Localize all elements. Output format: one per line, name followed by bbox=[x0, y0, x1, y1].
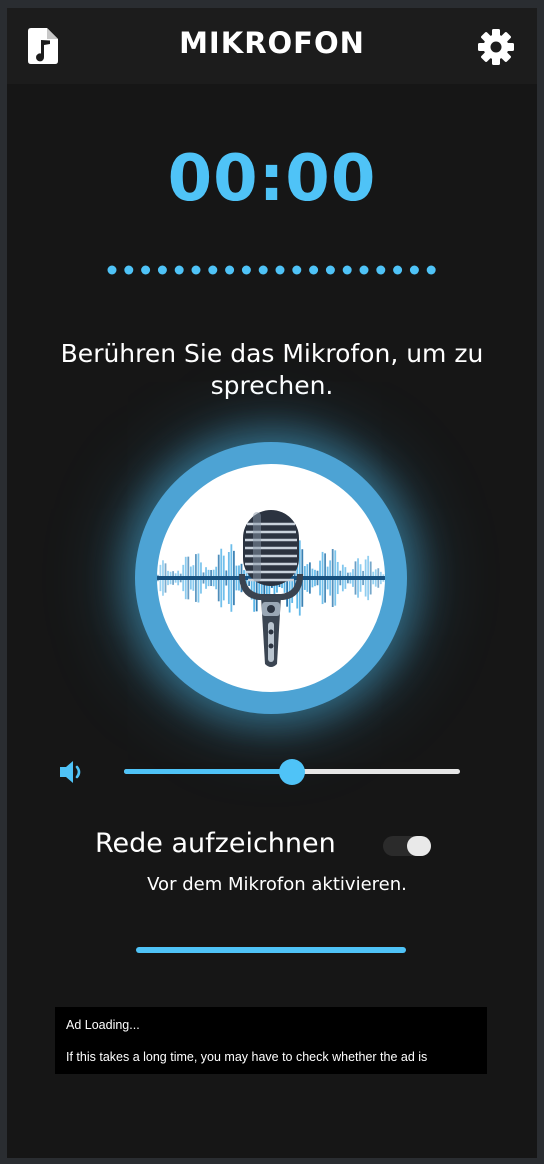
level-dot bbox=[309, 265, 319, 275]
level-dot bbox=[124, 265, 134, 275]
top-bar: MIKROFON bbox=[7, 8, 537, 84]
microphone-button[interactable] bbox=[135, 442, 407, 714]
level-dot bbox=[376, 265, 386, 275]
app-title: MIKROFON bbox=[179, 26, 365, 60]
ad-banner[interactable]: Ad Loading... If this takes a long time,… bbox=[55, 1007, 487, 1074]
gear-icon[interactable] bbox=[477, 28, 515, 66]
level-dot bbox=[325, 265, 335, 275]
slider-fill bbox=[124, 769, 292, 774]
ad-loading-text: Ad Loading... bbox=[66, 1018, 140, 1032]
toggle-knob bbox=[407, 836, 431, 856]
level-dot bbox=[241, 265, 251, 275]
level-dot bbox=[359, 265, 369, 275]
level-dot bbox=[141, 265, 151, 275]
level-dot bbox=[258, 265, 268, 275]
level-dot bbox=[157, 265, 167, 275]
level-dot bbox=[393, 265, 403, 275]
record-hint: Vor dem Mikrofon aktivieren. bbox=[147, 874, 407, 895]
level-dot bbox=[292, 265, 302, 275]
speaker-icon[interactable] bbox=[58, 758, 86, 786]
level-dot bbox=[275, 265, 285, 275]
level-dots bbox=[107, 265, 436, 275]
slider-thumb[interactable] bbox=[279, 759, 305, 785]
instruction-text: Berühren Sie das Mikrofon, um zu spreche… bbox=[60, 339, 484, 400]
record-speech-toggle[interactable] bbox=[383, 836, 431, 856]
level-dot bbox=[342, 265, 352, 275]
recording-timer: 00:00 bbox=[167, 142, 377, 216]
level-dot bbox=[225, 265, 235, 275]
volume-slider[interactable] bbox=[124, 758, 460, 786]
level-dot bbox=[191, 265, 201, 275]
level-dot bbox=[174, 265, 184, 275]
record-speech-label: Rede aufzeichnen bbox=[95, 828, 336, 859]
level-dot bbox=[208, 265, 218, 275]
progress-bar bbox=[136, 947, 406, 953]
level-dot bbox=[107, 265, 117, 275]
level-dot bbox=[409, 265, 419, 275]
ad-info-text: If this takes a long time, you may have … bbox=[66, 1050, 428, 1064]
level-dot bbox=[426, 265, 436, 275]
microphone-icon bbox=[157, 464, 385, 692]
app-frame: MIKROFON 00:00 Berühren Sie das Mikrofon… bbox=[7, 8, 537, 1158]
